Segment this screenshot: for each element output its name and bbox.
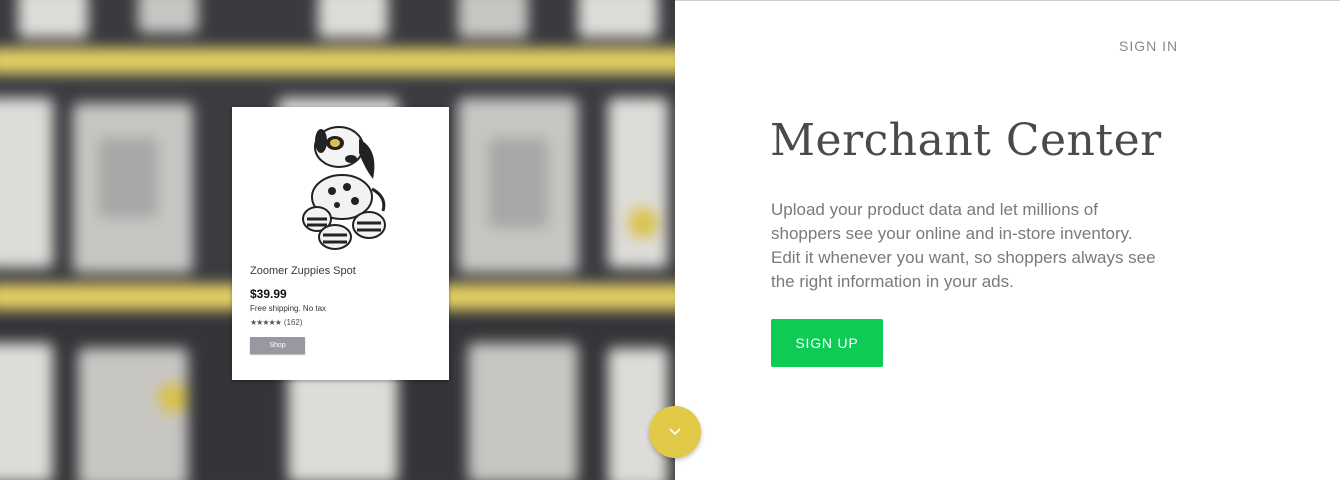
product-card[interactable]: Zoomer Zuppies Spot $39.99 Free shipping… <box>232 107 449 380</box>
page-title: Merchant Center <box>770 115 1162 166</box>
rating-count: (162) <box>283 318 303 327</box>
sign-up-button[interactable]: SIGN UP <box>771 319 883 367</box>
hero-image: Zoomer Zuppies Spot $39.99 Free shipping… <box>0 0 675 480</box>
product-price: $39.99 <box>250 287 287 301</box>
page-description: Upload your product data and let million… <box>771 200 1156 291</box>
product-shipping: Free shipping. No tax <box>250 304 327 313</box>
product-rating: ★★★★★ (162) <box>250 318 303 327</box>
sign-in-link[interactable]: SIGN IN <box>1119 38 1178 54</box>
robot-puppy-image <box>302 126 386 250</box>
shop-button[interactable]: Shop <box>250 337 305 354</box>
scroll-down-button[interactable] <box>649 406 701 458</box>
star-rating-icon: ★★★★★ <box>250 318 282 327</box>
chevron-down-icon <box>669 428 681 436</box>
product-title: Zoomer Zuppies Spot <box>250 265 356 277</box>
